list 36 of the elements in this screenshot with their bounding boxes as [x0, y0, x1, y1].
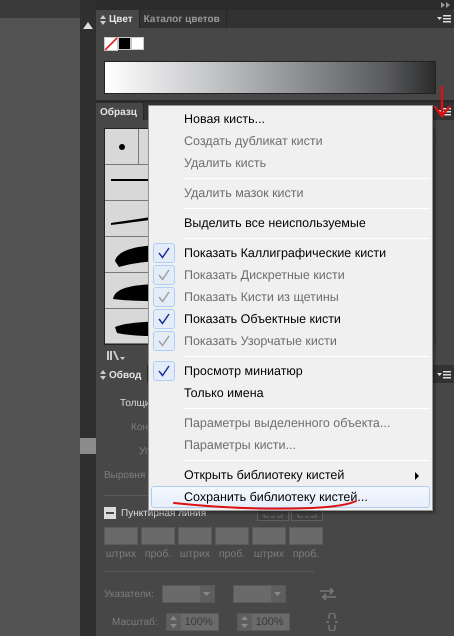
menu-item[interactable]: Показать Каллиграфические кисти — [151, 242, 430, 264]
menu-item[interactable]: Выделить все неиспользуемые — [151, 212, 430, 234]
input-field[interactable] — [252, 527, 286, 546]
input-field[interactable] — [215, 527, 249, 546]
checkbox[interactable] — [104, 507, 116, 520]
panel-tab[interactable]: Обвод — [96, 365, 148, 384]
input-field[interactable] — [104, 527, 138, 546]
menu-item[interactable]: Показать Объектные кисти — [151, 308, 430, 330]
scroll-up-icon[interactable] — [83, 22, 93, 29]
brush-library-icon[interactable] — [107, 350, 125, 360]
panel-tab[interactable]: Цвет — [96, 10, 140, 28]
input-field[interactable] — [141, 527, 175, 546]
none-swatch-icon[interactable] — [104, 36, 118, 51]
expand-icon[interactable] — [100, 370, 106, 380]
menu-icon[interactable] — [437, 370, 451, 379]
submenu-arrow-icon — [415, 472, 419, 480]
expand-icon[interactable] — [100, 14, 106, 25]
annotation-arrow — [433, 85, 451, 119]
menu-item[interactable]: Просмотр миниатюр — [151, 360, 430, 382]
color-ramp[interactable] — [104, 60, 436, 94]
menu-item[interactable]: Новая кисть... — [151, 108, 430, 130]
scroll-thumb[interactable] — [80, 438, 96, 454]
menu-icon[interactable] — [437, 14, 451, 24]
swatch[interactable] — [131, 36, 144, 50]
menu-item[interactable]: Открыть библиотеку кистей — [151, 464, 430, 486]
panel-tab[interactable]: Образц — [96, 102, 144, 120]
menu-icon[interactable] — [437, 107, 451, 116]
brush-dot-icon[interactable] — [118, 144, 124, 150]
swatch[interactable] — [118, 36, 131, 50]
caret-icon — [274, 592, 282, 596]
input-field[interactable] — [178, 527, 212, 546]
caret-icon — [203, 592, 210, 596]
menu-item[interactable]: Только имена — [151, 382, 430, 404]
input-field[interactable] — [289, 527, 323, 546]
menu-item[interactable]: Сохранить библиотеку кистей... — [151, 486, 430, 508]
checkbox-label: Пунктирная линия — [121, 506, 206, 521]
